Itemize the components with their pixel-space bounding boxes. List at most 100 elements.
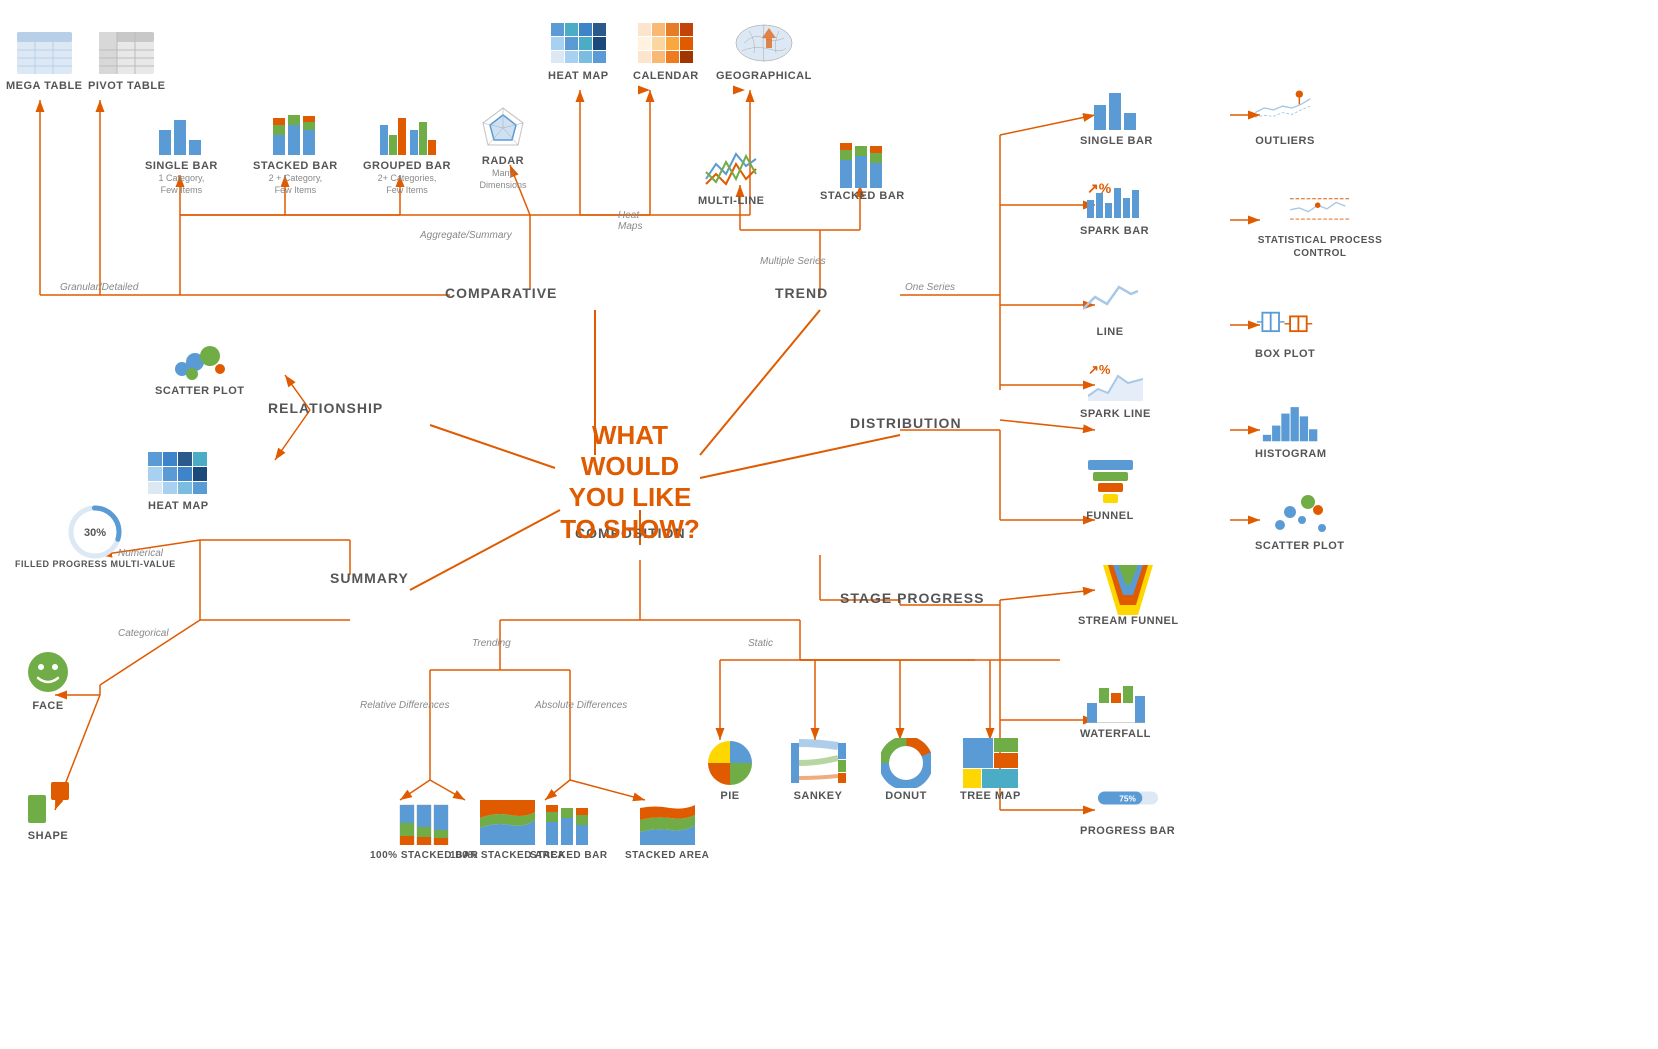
geographical-node[interactable]: GEOGRAPHICAL: [716, 20, 812, 83]
histogram-label: HISTOGRAM: [1255, 447, 1327, 461]
heat-maps-sublabel: HeatMaps: [618, 210, 642, 232]
stacked-bar-trend-icon: [832, 140, 892, 185]
stacked-bar-trend-label: STACKED BAR: [820, 189, 905, 203]
relative-diff-label: Relative Differences: [360, 700, 449, 711]
stacked-area-icon: [637, 800, 697, 845]
static-label: Static: [748, 638, 773, 649]
single-bar-node[interactable]: SINGLE BAR 1 Category,Few Items: [145, 110, 218, 197]
statistical-process-control-node[interactable]: STATISTICAL PROCESS CONTROL: [1255, 185, 1385, 260]
progress-bar-icon: 75%: [1098, 775, 1158, 820]
heat-map-rel-icon: [148, 450, 208, 495]
statistical-process-control-icon: [1290, 185, 1350, 230]
multi-line-node[interactable]: MULTI-LINE: [698, 145, 765, 208]
line-node[interactable]: LINE: [1080, 276, 1140, 339]
donut-node[interactable]: DONUT: [876, 740, 936, 803]
numerical-label: Numerical: [118, 548, 163, 559]
line-label: LINE: [1096, 325, 1123, 339]
calendar-icon: [636, 20, 696, 65]
outliers-label: OUTLIERS: [1255, 134, 1315, 148]
waterfall-icon: [1085, 678, 1145, 723]
100-stacked-bar-icon: [394, 800, 454, 845]
stream-funnel-node[interactable]: STREAM FUNNEL: [1078, 565, 1179, 628]
summary-label: SUMMARY: [330, 570, 409, 586]
line-icon: [1080, 276, 1140, 321]
single-bar-icon: [151, 110, 211, 155]
grouped-bar-sublabel: 2+ Categories,Few Items: [378, 173, 437, 196]
shape-node[interactable]: SHAPE: [18, 780, 78, 843]
stacked-bar-trend-node[interactable]: STACKED BAR: [820, 140, 905, 203]
box-plot-label: BOX PLOT: [1255, 347, 1315, 361]
scatter-plot-right-icon: [1270, 490, 1330, 535]
radar-node[interactable]: RADAR ManyDimensions: [473, 105, 533, 192]
spark-bar-node[interactable]: ↗% SPARK BAR: [1080, 175, 1149, 238]
grouped-bar-label: GROUPED BAR: [363, 159, 451, 173]
box-plot-node[interactable]: BOX PLOT: [1255, 298, 1315, 361]
scatter-plot-left-node[interactable]: SCATTER PLOT: [155, 335, 245, 398]
multi-line-label: MULTI-LINE: [698, 194, 765, 208]
single-bar-sublabel: 1 Category,Few Items: [158, 173, 204, 196]
sankey-label: SANKEY: [794, 789, 843, 803]
one-series-label: One Series: [905, 282, 955, 293]
stacked-bar-comp-label: STACKED BAR: [530, 849, 608, 862]
single-bar-label: SINGLE BAR: [145, 159, 218, 173]
trend-label: TREND: [775, 285, 828, 301]
svg-text:30%: 30%: [84, 527, 106, 539]
multiple-series-label: Multiple Series: [760, 256, 826, 267]
single-bar-right-icon: [1086, 85, 1146, 130]
progress-bar-node[interactable]: 75% PROGRESS BAR: [1080, 775, 1175, 838]
scatter-plot-right-node[interactable]: SCATTER PLOT: [1255, 490, 1345, 553]
filled-progress-label: FILLED PROGRESS MULTI-VALUE: [15, 559, 176, 571]
box-plot-icon: [1255, 298, 1315, 343]
stacked-bar-comp-node[interactable]: STACKED BAR: [530, 800, 608, 862]
absolute-diff-label: Absolute Differences: [535, 700, 627, 711]
mega-table-node[interactable]: MEGA TABLE: [6, 30, 83, 93]
diagram-container: MEGA TABLE PIVOT TABLE SI: [0, 0, 1658, 1049]
waterfall-label: WATERFALL: [1080, 727, 1151, 741]
multi-line-icon: [701, 145, 761, 190]
stacked-bar-top-icon: [265, 110, 325, 155]
outliers-icon: [1255, 85, 1315, 130]
spark-bar-icon: ↗%: [1085, 175, 1145, 220]
face-label: FACE: [32, 699, 63, 713]
spark-bar-label: SPARK BAR: [1080, 224, 1149, 238]
calendar-node[interactable]: CALENDAR: [633, 20, 699, 83]
stacked-area-label: STACKED AREA: [625, 849, 709, 862]
heat-map-rel-node[interactable]: HEAT MAP: [148, 450, 209, 513]
waterfall-node[interactable]: WATERFALL: [1080, 678, 1151, 741]
sankey-node[interactable]: SANKEY: [788, 740, 848, 803]
single-bar-right-node[interactable]: SINGLE BAR: [1080, 85, 1153, 148]
center-question: WHAT WOULD YOU LIKE TO SHOW?: [550, 420, 710, 545]
svg-text:75%: 75%: [1119, 793, 1136, 803]
stacked-bar-top-node[interactable]: STACKED BAR 2 + Category,Few Items: [253, 110, 338, 197]
trending-label: Trending: [472, 638, 511, 649]
tree-map-icon: [960, 740, 1020, 785]
granular-label: Granular/Detailed: [60, 282, 138, 293]
tree-map-node[interactable]: TREE MAP: [960, 740, 1021, 803]
single-bar-right-label: SINGLE BAR: [1080, 134, 1153, 148]
pivot-table-node[interactable]: PIVOT TABLE: [88, 30, 165, 93]
filled-progress-node[interactable]: 30% FILLED PROGRESS MULTI-VALUE: [15, 510, 176, 571]
mega-table-label: MEGA TABLE: [6, 79, 83, 93]
progress-bar-label: PROGRESS BAR: [1080, 824, 1175, 838]
geographical-icon: [734, 20, 794, 65]
stacked-bar-top-sublabel: 2 + Category,Few Items: [269, 173, 323, 196]
outliers-node[interactable]: OUTLIERS: [1255, 85, 1315, 148]
face-node[interactable]: FACE: [18, 650, 78, 713]
funnel-node[interactable]: FUNNEL: [1080, 460, 1140, 523]
stream-funnel-icon: [1098, 565, 1158, 610]
heat-map-top-node[interactable]: HEAT MAP: [548, 20, 609, 83]
grouped-bar-node[interactable]: GROUPED BAR 2+ Categories,Few Items: [363, 110, 451, 197]
shape-icon: [18, 780, 78, 825]
spark-line-node[interactable]: ↗% SPARK LINE: [1080, 358, 1151, 421]
radar-label: RADAR: [482, 154, 524, 168]
radar-icon: [473, 105, 533, 150]
stream-funnel-label: STREAM FUNNEL: [1078, 614, 1179, 628]
stacked-bar-top-label: STACKED BAR: [253, 159, 338, 173]
pie-node[interactable]: PIE: [700, 740, 760, 803]
pivot-table-label: PIVOT TABLE: [88, 79, 165, 93]
stacked-area-node[interactable]: STACKED AREA: [625, 800, 709, 862]
calendar-label: CALENDAR: [633, 69, 699, 83]
histogram-node[interactable]: HISTOGRAM: [1255, 398, 1327, 461]
geographical-label: GEOGRAPHICAL: [716, 69, 812, 83]
stacked-bar-comp-icon: [539, 800, 599, 845]
